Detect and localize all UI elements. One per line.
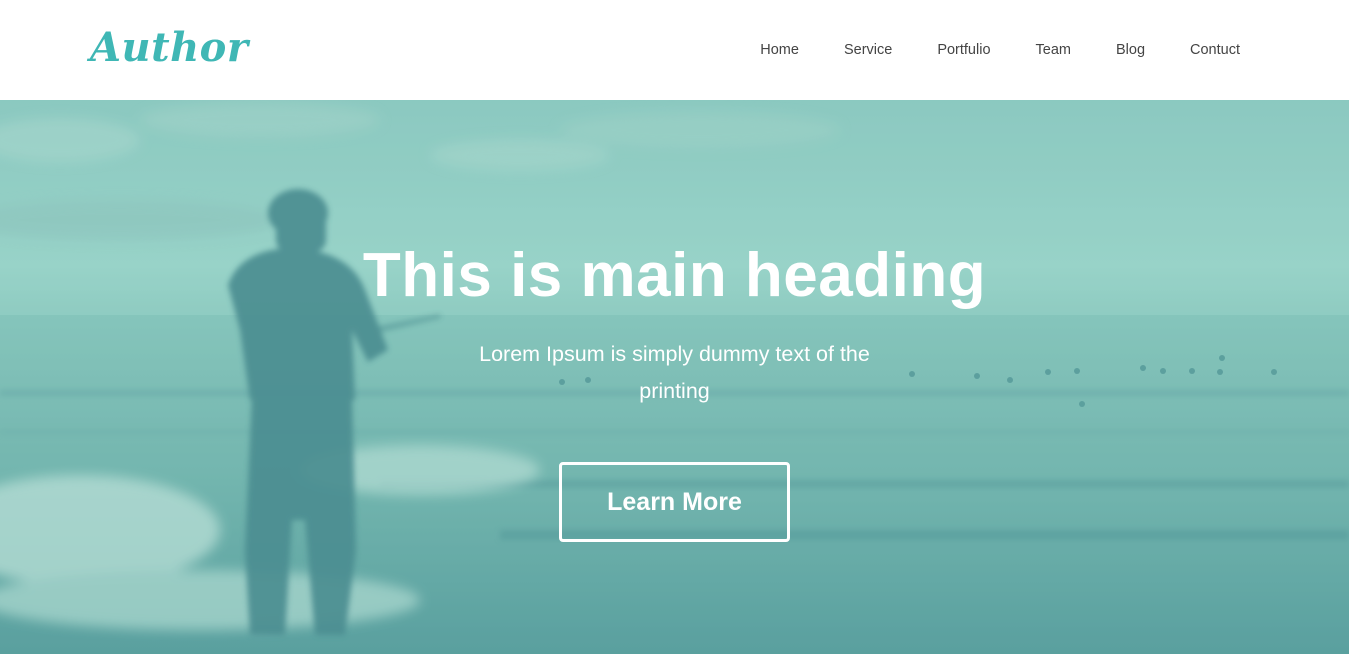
nav-item-blog[interactable]: Blog [1116, 41, 1145, 59]
hero-section: This is main heading Lorem Ipsum is simp… [0, 100, 1349, 654]
nav-item-service[interactable]: Service [844, 41, 892, 59]
nav-item-portfolio[interactable]: Portfulio [937, 41, 990, 59]
site-header: Author Home Service Portfulio Team Blog … [0, 0, 1349, 100]
main-nav: Home Service Portfulio Team Blog Contuct [760, 41, 1240, 59]
hero-content: This is main heading Lorem Ipsum is simp… [0, 100, 1349, 654]
nav-item-contact[interactable]: Contuct [1190, 41, 1240, 59]
site-logo[interactable]: Author [90, 22, 248, 74]
hero-heading: This is main heading [362, 241, 987, 310]
hero-subtext: Lorem Ipsum is simply dummy text of the … [479, 342, 870, 403]
learn-more-button[interactable]: Learn More [559, 462, 790, 542]
nav-item-home[interactable]: Home [760, 41, 799, 59]
nav-item-team[interactable]: Team [1036, 41, 1071, 59]
